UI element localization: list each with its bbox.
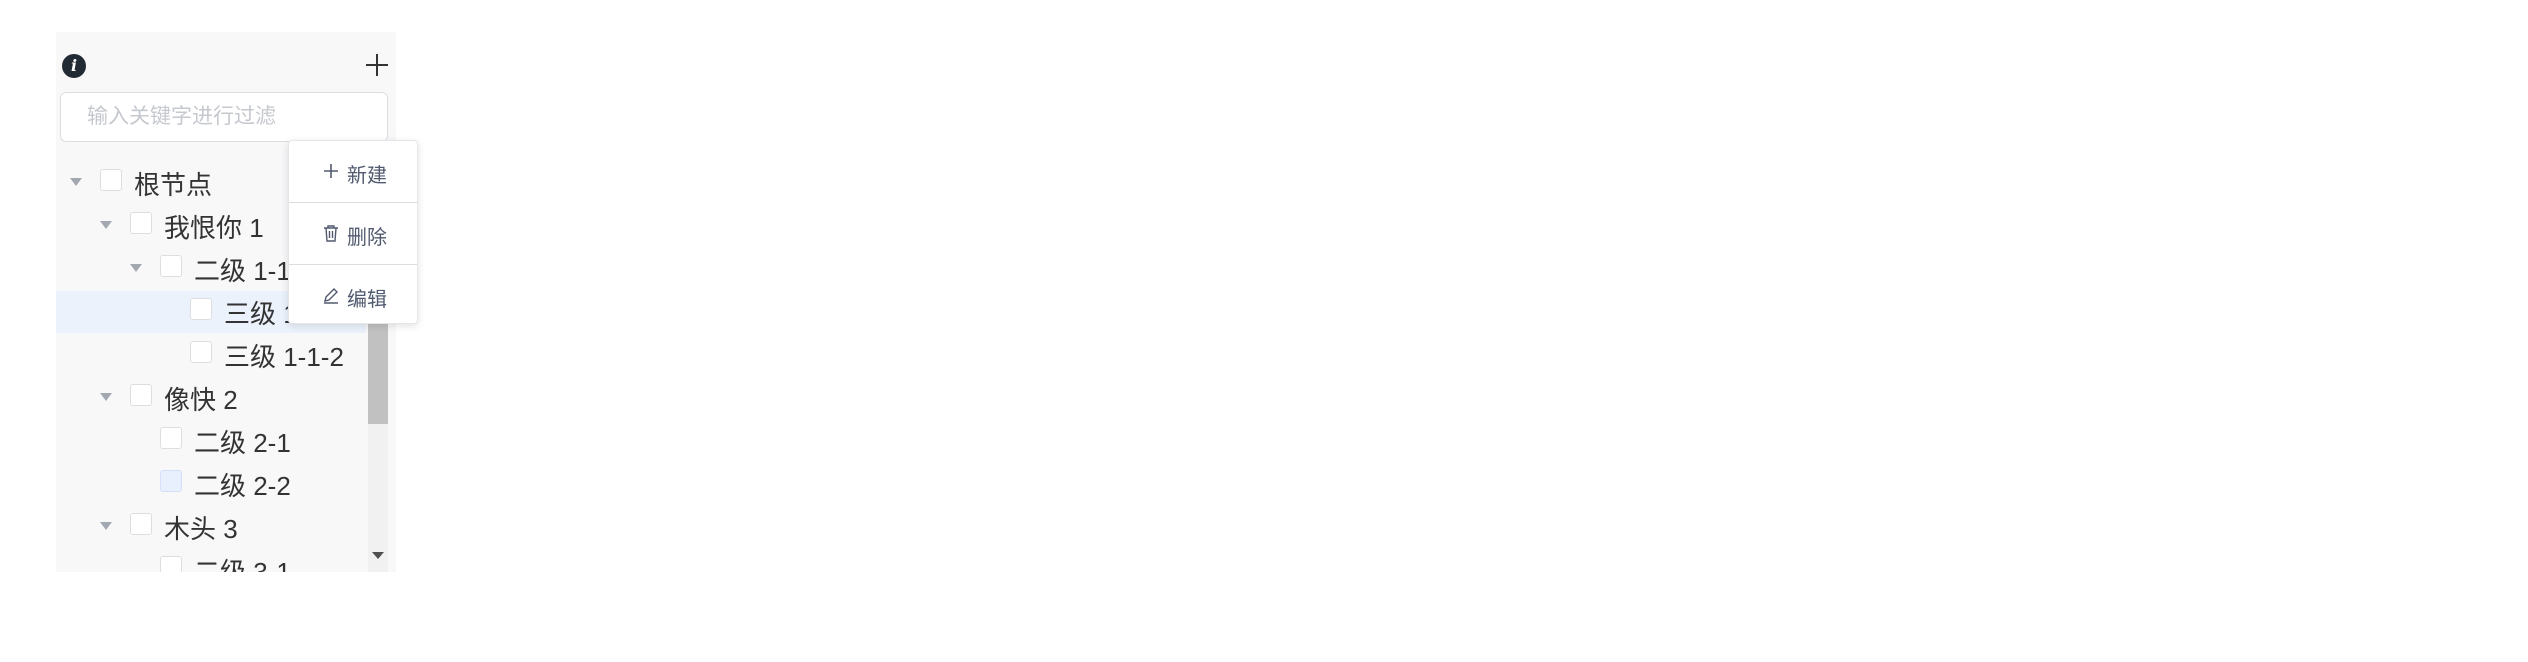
scroll-down-arrow-icon[interactable] (372, 552, 384, 559)
checkbox[interactable] (160, 470, 182, 492)
plus-icon (324, 164, 338, 178)
menu-item-label: 新建 (347, 165, 387, 187)
checkbox[interactable] (190, 298, 212, 320)
context-menu: 新建 删除 编辑 (288, 140, 418, 324)
caret-down-icon[interactable] (100, 393, 112, 401)
checkbox[interactable] (190, 341, 212, 363)
tree-node[interactable]: 二级 2-1 (56, 420, 366, 462)
tree-node-label: 二级 2-1 (194, 428, 291, 458)
caret-down-icon[interactable] (130, 264, 142, 272)
checkbox[interactable] (160, 255, 182, 277)
menu-item-delete[interactable]: 删除 (289, 203, 417, 264)
caret-down-icon[interactable] (70, 178, 82, 186)
tree-node-label: 我恨你 1 (164, 213, 264, 243)
checkbox[interactable] (160, 427, 182, 449)
menu-item-new[interactable]: 新建 (289, 141, 417, 202)
trash-icon (324, 225, 338, 242)
plus-icon[interactable] (362, 50, 392, 80)
tree-node-label: 根节点 (134, 170, 213, 200)
tree-node[interactable]: 木头 3 (56, 506, 366, 548)
checkbox[interactable] (160, 556, 182, 572)
checkbox[interactable] (130, 384, 152, 406)
search-field[interactable] (60, 92, 388, 142)
menu-item-edit[interactable]: 编辑 (289, 265, 417, 326)
tree-node-label: 二级 2-2 (194, 471, 291, 501)
tree-node[interactable]: 像快 2 (56, 377, 366, 419)
menu-item-label: 删除 (347, 227, 387, 249)
caret-down-icon[interactable] (100, 221, 112, 229)
scrollbar[interactable] (368, 284, 388, 572)
tree-node-label: 三级 1-1-2 (224, 342, 344, 372)
tree-node-label: 像快 2 (164, 385, 238, 415)
caret-down-icon[interactable] (100, 522, 112, 530)
menu-item-label: 编辑 (347, 289, 387, 311)
tree-node[interactable]: 三级 1-1-2 (56, 334, 366, 376)
tree-node-label: 二级 3-1 (194, 557, 291, 572)
checkbox[interactable] (100, 169, 122, 191)
tree-node-label: 二级 1-1 (194, 256, 291, 286)
filter-input[interactable] (85, 93, 379, 141)
tree-node-label: 木头 3 (164, 514, 238, 544)
info-icon[interactable]: i (62, 54, 86, 78)
edit-icon (324, 288, 338, 304)
tree-node[interactable]: 二级 2-2 (56, 463, 366, 505)
checkbox[interactable] (130, 513, 152, 535)
checkbox[interactable] (130, 212, 152, 234)
tree-node[interactable]: 二级 3-1 (56, 549, 366, 572)
